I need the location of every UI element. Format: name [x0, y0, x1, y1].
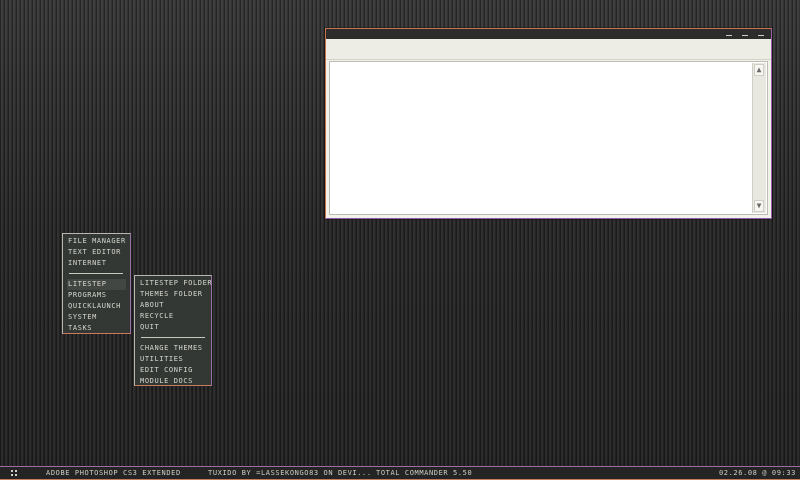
main-popup-menu: FILE MANAGER TEXT EDITOR INTERNET LITEST…: [62, 233, 131, 334]
menu-item-programs[interactable]: PROGRAMS: [67, 290, 126, 301]
window-titlebar[interactable]: [326, 29, 771, 39]
menu-separator: [141, 337, 205, 338]
window-toolbar: [326, 39, 771, 60]
menu-item-tasks[interactable]: TASKS: [67, 323, 126, 334]
taskbar-clock: 02.26.08 @ 09:33: [718, 469, 796, 477]
menu-item-module-docs[interactable]: MODULE DOCS: [139, 376, 207, 387]
litestep-submenu: LITESTEP FOLDER THEMES FOLDER ABOUT RECY…: [134, 275, 212, 386]
menu-item-quit[interactable]: QUIT: [139, 322, 207, 333]
menu-separator: [69, 273, 123, 274]
menu-item-utilities[interactable]: UTILITIES: [139, 354, 207, 365]
vertical-scrollbar[interactable]: ▲ ▼: [752, 63, 766, 213]
minimize-button[interactable]: [725, 29, 733, 39]
start-menu-icon[interactable]: [11, 470, 19, 478]
menu-item-file-manager[interactable]: FILE MANAGER: [67, 236, 126, 247]
menu-item-text-editor[interactable]: TEXT EDITOR: [67, 247, 126, 258]
window-content-area[interactable]: ▲ ▼: [329, 61, 768, 215]
menu-item-quicklaunch[interactable]: QUICKLAUNCH: [67, 301, 126, 312]
menu-item-recycle[interactable]: RECYCLE: [139, 311, 207, 322]
menu-item-system[interactable]: SYSTEM: [67, 312, 126, 323]
taskbar: ADOBE PHOTOSHOP CS3 EXTENDED TUXIDO BY =…: [0, 466, 800, 480]
scroll-up-button[interactable]: ▲: [754, 64, 764, 76]
app-window[interactable]: ▲ ▼: [325, 28, 772, 219]
task-button-total-commander[interactable]: TOTAL COMMANDER 5.50: [376, 467, 472, 480]
menu-item-internet[interactable]: INTERNET: [67, 258, 126, 269]
scroll-down-button[interactable]: ▼: [754, 200, 764, 212]
task-button-tuxido[interactable]: TUXIDO BY =LASSEKONGO83 ON DEVI...: [208, 467, 372, 480]
menu-item-litestep-folder[interactable]: LITESTEP FOLDER: [139, 278, 212, 289]
menu-item-about[interactable]: ABOUT: [139, 300, 207, 311]
maximize-button[interactable]: [741, 29, 749, 39]
desktop[interactable]: ▲ ▼ FILE MANAGER TEXT EDITOR INTERNET LI…: [0, 0, 800, 466]
menu-item-change-themes[interactable]: CHANGE THEMES: [139, 343, 207, 354]
menu-item-themes-folder[interactable]: THEMES FOLDER: [139, 289, 207, 300]
menu-item-edit-config[interactable]: EDIT CONFIG: [139, 365, 207, 376]
menu-item-litestep[interactable]: LITESTEP: [67, 279, 126, 290]
window-controls: [725, 29, 765, 39]
close-button[interactable]: [757, 29, 765, 39]
task-button-photoshop[interactable]: ADOBE PHOTOSHOP CS3 EXTENDED: [46, 467, 181, 480]
